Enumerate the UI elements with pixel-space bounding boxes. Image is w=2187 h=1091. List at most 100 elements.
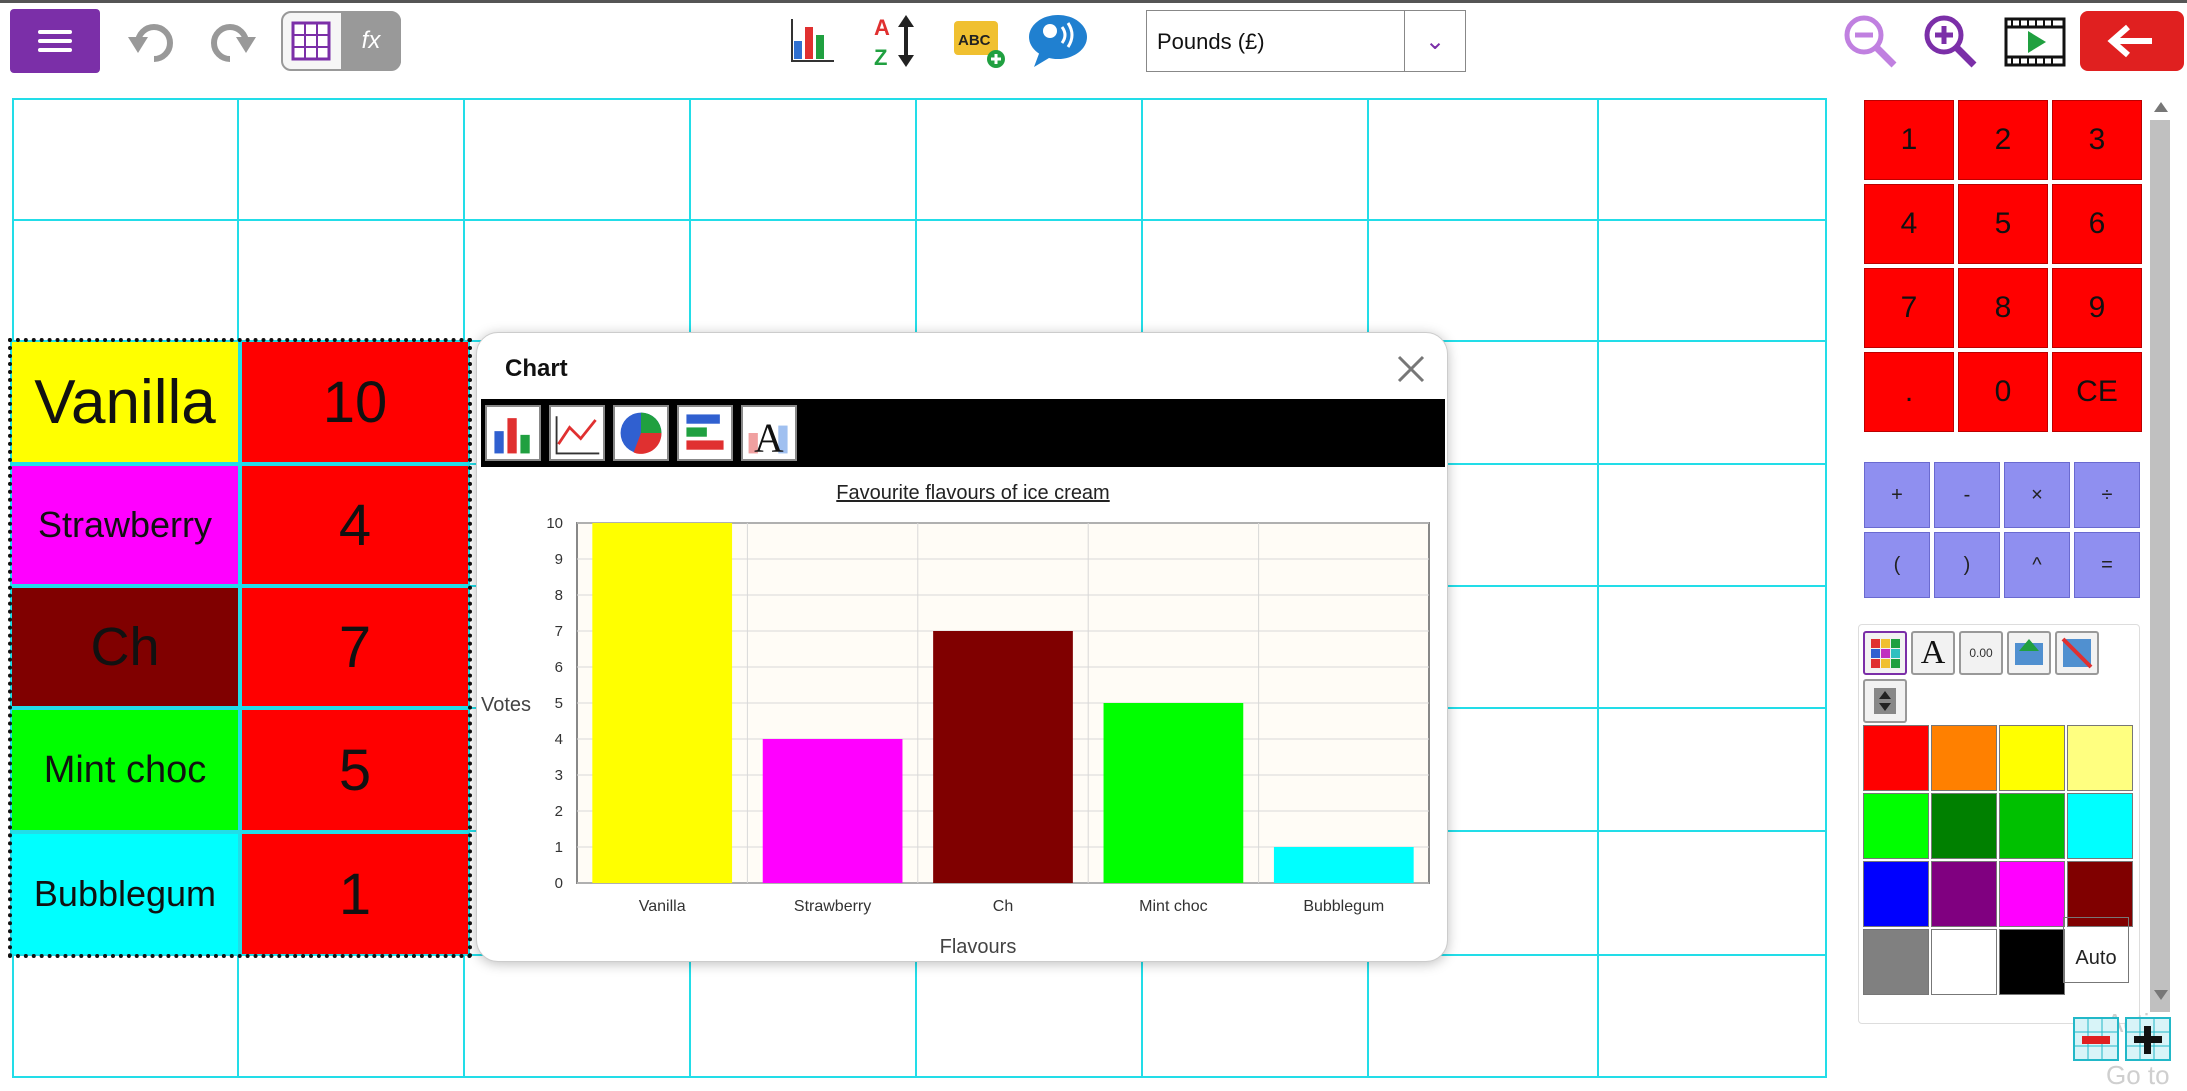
color-swatch[interactable] [1931,861,1997,927]
grid-icon[interactable] [291,21,331,61]
scrollbar-thumb[interactable] [2150,120,2170,1012]
calc-key-6[interactable]: 6 [2052,184,2142,264]
format-panel: A 0.00 Auto [1858,624,2140,1024]
calc-key-3[interactable]: 3 [2052,100,2142,180]
label-cell-vanilla[interactable]: Vanilla [10,340,240,464]
color-swatch[interactable] [1999,861,2065,927]
label-cell-mint-choc[interactable]: Mint choc [10,708,240,832]
color-swatch[interactable] [1931,793,1997,859]
back-button[interactable] [2080,11,2184,71]
calc-key-1[interactable]: 1 [1864,100,1954,180]
border-button[interactable] [2055,631,2099,675]
redo-icon[interactable] [206,15,260,67]
value-cell-mint-choc[interactable]: 5 [240,708,470,832]
spinner-button[interactable] [1863,679,1907,723]
color-swatch[interactable] [1999,793,2065,859]
speech-icon[interactable] [1028,11,1090,69]
zoom-out-icon[interactable] [1842,13,1900,71]
color-swatch[interactable] [1931,725,1997,791]
font-button[interactable]: A [1911,631,1955,675]
op-key-divide[interactable]: ÷ [2074,462,2140,528]
value-cell-ch[interactable]: 7 [240,586,470,708]
op-key-equals[interactable]: = [2074,532,2140,598]
bar-chart: 0 1 2 3 4 5 6 7 8 9 10 Vanilla Strawberry Ch Mint choc… [481,482,1430,958]
image-upload-button[interactable] [2007,631,2051,675]
horizontal-bar-icon[interactable] [677,405,733,461]
scroll-up-icon[interactable] [2154,102,2168,112]
op-key-close-paren[interactable]: ) [1934,532,2000,598]
color-swatch[interactable] [1999,725,2065,791]
svg-text:A: A [874,15,890,40]
color-swatch[interactable] [1863,861,1929,927]
currency-value: Pounds (£) [1157,29,1265,54]
calc-key-5[interactable]: 5 [1958,184,2048,264]
chart-dialog: Chart A 0 1 2 3 4 5 6 7 8 9 10 Vanilla Strawberry Ch M… [476,332,1448,962]
value-cell-strawberry[interactable]: 4 [240,464,470,586]
op-key-plus[interactable]: + [1864,462,1930,528]
value-cell-vanilla[interactable]: 10 [240,340,470,464]
color-swatch[interactable] [2067,725,2133,791]
op-key-minus[interactable]: - [1934,462,2000,528]
image-upload-icon [2015,639,2043,665]
currency-select[interactable]: Pounds (£) ⌄ [1146,10,1466,72]
color-swatch[interactable] [2067,793,2133,859]
op-key-multiply[interactable]: × [2004,462,2070,528]
close-icon[interactable] [1395,353,1427,385]
undo-icon[interactable] [124,15,178,67]
spinner-icon [1874,688,1896,714]
color-swatch[interactable] [1863,929,1929,995]
pie-chart-icon[interactable] [613,405,669,461]
bar-mint-choc [1103,703,1244,883]
calc-key-ce[interactable]: CE [2052,352,2142,432]
bar-chart-icon[interactable] [485,405,541,461]
font-icon: A [1920,634,1946,671]
cell-color-button[interactable] [1863,631,1907,675]
calc-key-2[interactable]: 2 [1958,100,2048,180]
calc-key-8[interactable]: 8 [1958,268,2048,348]
y-tick-label: 3 [555,767,563,784]
menu-button[interactable] [10,9,100,73]
number-format-button[interactable]: 0.00 [1959,631,2003,675]
number-format-label: 0.00 [1969,646,1993,660]
op-key-power[interactable]: ^ [2004,532,2070,598]
remove-row-icon[interactable] [2072,1016,2120,1062]
calc-key-7[interactable]: 7 [1864,268,1954,348]
chart-icon[interactable] [790,17,836,63]
bar-bubblegum [1273,847,1414,883]
scrollbar[interactable] [2148,100,2170,1012]
fx-icon[interactable]: fx [341,13,401,69]
back-icon [2107,24,2152,58]
color-swatch[interactable] [1863,793,1929,859]
color-swatch[interactable] [1863,725,1929,791]
zoom-in-icon[interactable] [1922,13,1980,71]
scroll-down-icon[interactable] [2154,990,2168,1000]
spellcheck-icon[interactable]: ABC [952,13,1008,69]
x-tick-label: Vanilla [639,898,686,915]
y-tick-label: 7 [555,623,563,640]
label-cell-bubblegum[interactable]: Bubblegum [10,832,240,956]
calc-key-4[interactable]: 4 [1864,184,1954,264]
calc-key-0[interactable]: 0 [1958,352,2048,432]
label-cell-ch[interactable]: Ch [10,586,240,708]
data-table: Vanilla 10 Strawberry 4 Ch 7 Mint choc 5… [8,338,472,960]
chart-text-icon[interactable]: A [741,405,797,461]
video-icon[interactable] [2004,13,2066,71]
auto-color-button[interactable]: Auto [2063,917,2129,983]
y-tick-label: 2 [555,803,563,820]
label-cell-strawberry[interactable]: Strawberry [10,464,240,586]
sort-icon[interactable]: A Z [872,13,920,69]
line-chart-icon[interactable] [549,405,605,461]
calc-key-dot[interactable]: . [1864,352,1954,432]
y-tick-label: 6 [555,659,563,676]
chevron-down-icon[interactable]: ⌄ [1404,11,1465,71]
svg-text:ABC: ABC [958,32,991,49]
value-cell-bubblegum[interactable]: 1 [240,832,470,956]
y-tick-label: 4 [555,731,563,748]
palette-icon [1871,639,1900,668]
op-key-open-paren[interactable]: ( [1864,532,1930,598]
color-swatch[interactable] [1999,929,2065,995]
calc-key-9[interactable]: 9 [2052,268,2142,348]
add-row-icon[interactable] [2124,1016,2172,1062]
color-swatch[interactable] [1931,929,1997,995]
watermark-line2: Go to [2106,1060,2170,1090]
